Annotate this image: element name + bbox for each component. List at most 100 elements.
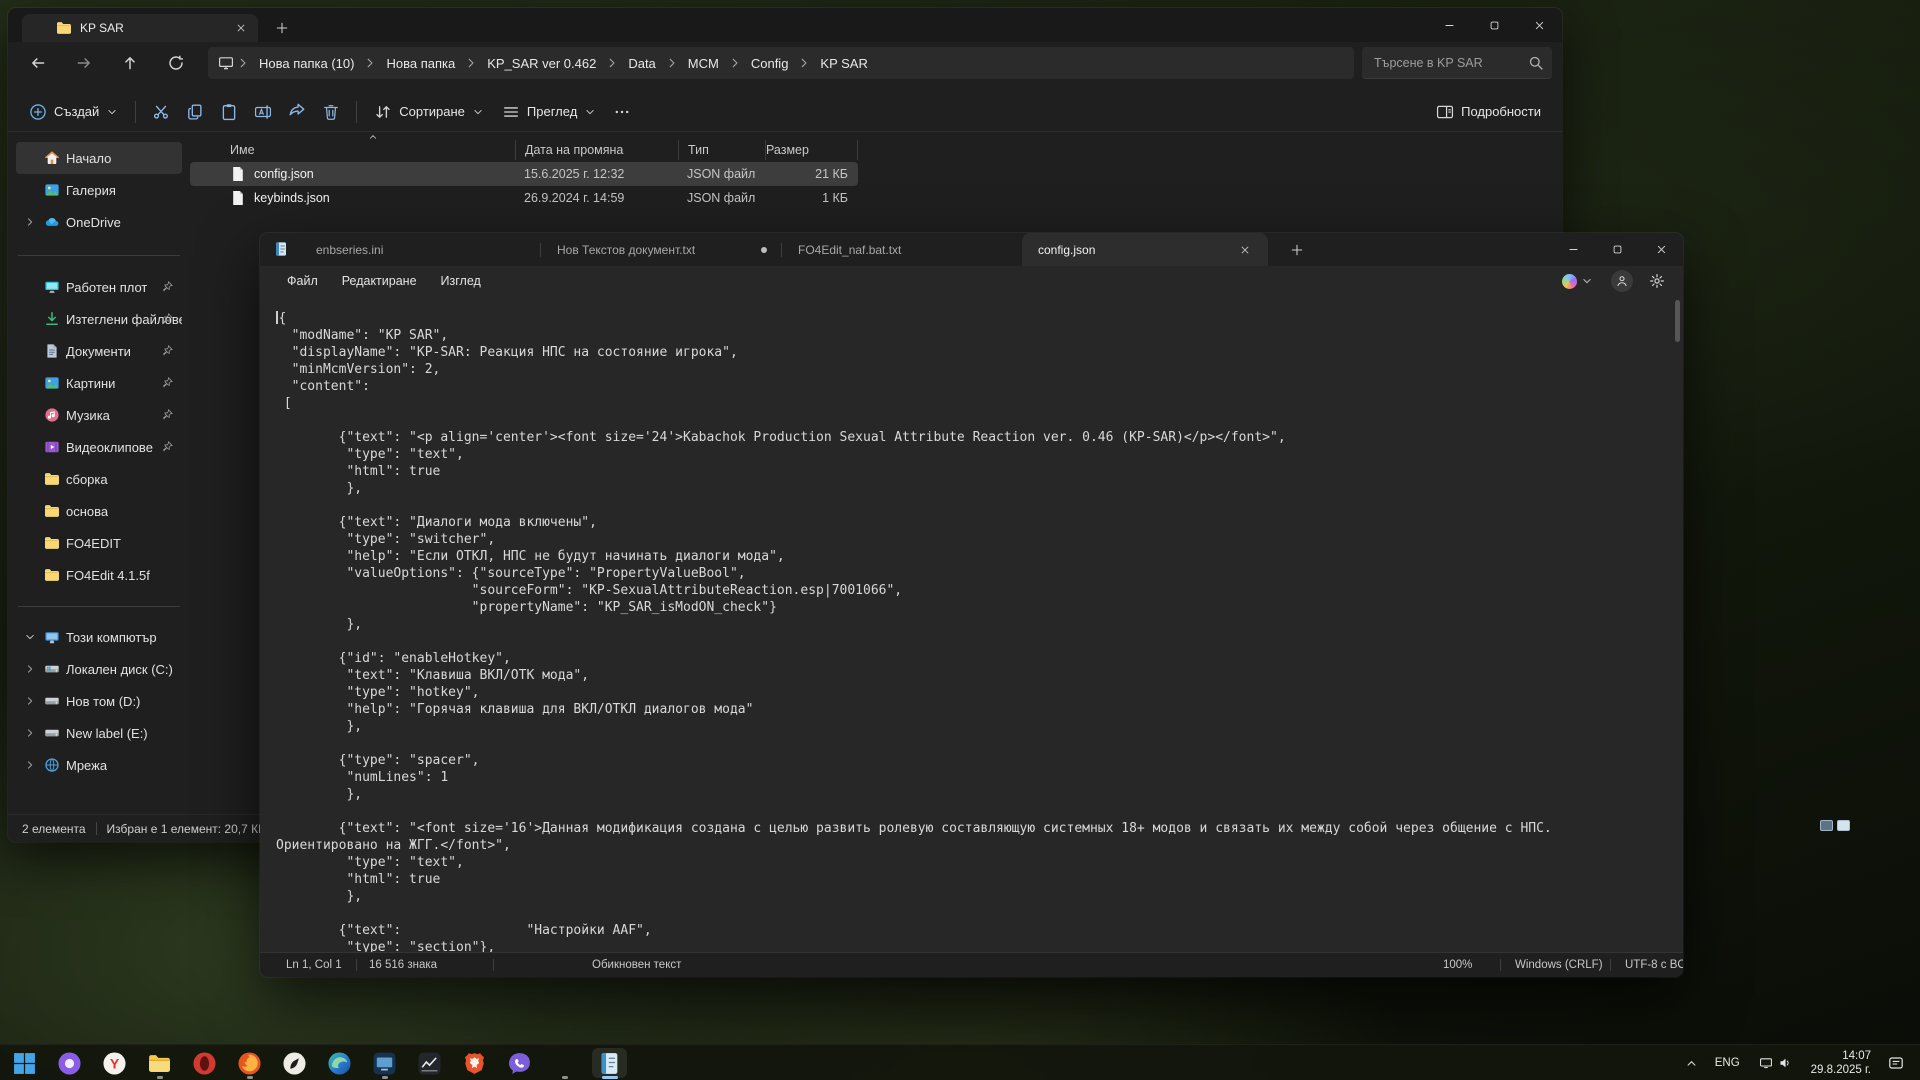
menu-view[interactable]: Изглед [430, 269, 492, 293]
refresh-button[interactable] [158, 47, 194, 79]
maximize-button[interactable] [1595, 233, 1639, 266]
close-button[interactable] [1639, 233, 1683, 266]
copilot-button[interactable] [1556, 270, 1599, 293]
notepad-tab-new-text-document[interactable]: Нов Текстов документ.txt [541, 233, 781, 266]
taskbar-notepad-button[interactable] [587, 1045, 632, 1080]
taskbar-brave-browser-button[interactable] [452, 1045, 497, 1080]
search-input[interactable] [1362, 47, 1552, 78]
notepad-tab-config-json[interactable]: config.json [1022, 233, 1268, 266]
back-button[interactable] [20, 47, 56, 79]
minimize-button[interactable] [1427, 8, 1472, 42]
breadcrumb-item[interactable]: KP SAR [813, 53, 874, 74]
settings-button[interactable] [1645, 269, 1669, 293]
chevron-down-icon [584, 106, 596, 118]
taskbar-blue-screen-app-button[interactable] [362, 1045, 407, 1080]
new-tab-button[interactable] [270, 16, 294, 40]
breadcrumb-item[interactable]: Data [621, 53, 662, 74]
column-header-name[interactable]: Име [190, 140, 515, 160]
column-header-date[interactable]: Дата на промяна [515, 140, 678, 160]
copy-button[interactable] [178, 96, 212, 128]
sidebar-item-local-disk-c[interactable]: Локален диск (C:) [16, 653, 182, 685]
notepad-tab-fo4edit-naf[interactable]: FO4Edit_naf.bat.txt [782, 233, 1022, 266]
breadcrumb[interactable]: Нова папка (10) Нова папка KP_SAR ver 0.46… [208, 47, 1354, 79]
sidebar-item-fo4edit[interactable]: FO4EDIT [16, 527, 182, 559]
view-button[interactable]: Преглед [493, 97, 605, 127]
taskbar-chart-app-button[interactable] [407, 1045, 452, 1080]
cut-button[interactable] [144, 96, 178, 128]
sidebar-item-home[interactable]: Начало [16, 142, 182, 174]
account-button[interactable] [1611, 270, 1633, 292]
maximize-button[interactable] [1472, 8, 1517, 42]
sidebar-item-pictures[interactable]: Картини [16, 367, 182, 399]
share-button[interactable] [280, 96, 314, 128]
breadcrumb-item[interactable]: KP_SAR ver 0.462 [480, 53, 603, 74]
new-button[interactable]: Създай [20, 97, 127, 127]
text-editor[interactable]: { "modName": "KP SAR", "displayName": "K… [260, 296, 1683, 952]
sidebar-item-osnova[interactable]: основа [16, 495, 182, 527]
breadcrumb-item[interactable]: Нова папка [379, 53, 462, 74]
sidebar-item-new-volume-d[interactable]: Нов том (D:) [16, 685, 182, 717]
chevron-right-icon [728, 56, 742, 70]
sidebar-item-documents[interactable]: Документи [16, 335, 182, 367]
taskbar-start-button[interactable] [2, 1045, 47, 1080]
explorer-tab-kp-sar[interactable]: KP SAR [22, 14, 258, 42]
sidebar-item-new-label-e[interactable]: New label (E:) [16, 717, 182, 749]
file-row-keybinds-json[interactable]: keybinds.json26.9.2024 г. 14:59JSON файл… [190, 186, 858, 210]
taskbar-orange-browser-button[interactable] [227, 1045, 272, 1080]
paste-button[interactable] [212, 96, 246, 128]
column-header-type[interactable]: Тип [678, 140, 765, 160]
mini-panel-icon[interactable] [1820, 820, 1833, 831]
taskbar-red-circle-app-button[interactable] [182, 1045, 227, 1080]
sort-button[interactable]: Сортиране [365, 97, 493, 127]
sidebar-item-this-pc[interactable]: Този компютър [16, 621, 182, 653]
taskbar-white-circle-app-button[interactable] [272, 1045, 317, 1080]
notepad-tab-enbseries[interactable]: enbseries.ini [300, 233, 540, 266]
taskbar-file-explorer-button[interactable] [137, 1045, 182, 1080]
column-header-size[interactable]: Размер [765, 140, 858, 160]
sidebar-item-network[interactable]: Мрежа [16, 749, 182, 781]
language-indicator[interactable]: ENG [1715, 1057, 1740, 1069]
copilot-icon [1562, 274, 1577, 289]
zoom-level[interactable]: 100% [1443, 959, 1472, 971]
taskbar-purple-app-button[interactable] [47, 1045, 92, 1080]
taskbar-navy-app-button[interactable] [542, 1045, 587, 1080]
sidebar-item-label: Нов том (D:) [66, 694, 140, 709]
notification-center-button[interactable] [1884, 1051, 1908, 1075]
delete-button[interactable] [314, 96, 348, 128]
rename-button[interactable] [246, 96, 280, 128]
system-tray-group[interactable] [1753, 1051, 1798, 1075]
sidebar-item-fo4edit-415f[interactable]: FO4Edit 4.1.5f [16, 559, 182, 591]
taskbar-yandex-browser-button[interactable]: Y [92, 1045, 137, 1080]
close-tab-button[interactable] [232, 19, 250, 37]
close-tab-button[interactable] [1236, 241, 1254, 259]
up-button[interactable] [112, 47, 148, 79]
menu-file[interactable]: Файл [276, 269, 329, 293]
taskbar-edge-browser-button[interactable] [317, 1045, 362, 1080]
sidebar-item-videos[interactable]: Видеоклипове [16, 431, 182, 463]
sidebar-item-gallery[interactable]: Галерия [16, 174, 182, 206]
hidden-icons-button[interactable] [1681, 1053, 1702, 1074]
taskbar-viber-button[interactable] [497, 1045, 542, 1080]
sidebar-item-desktop[interactable]: Работен плот [16, 271, 182, 303]
editor-scrollbar[interactable] [1675, 300, 1680, 342]
forward-button[interactable] [66, 47, 102, 79]
more-options-button[interactable] [605, 96, 639, 128]
file-row-config-json[interactable]: config.json15.6.2025 г. 12:32JSON файл21… [190, 162, 858, 186]
sidebar-item-downloads[interactable]: Изтеглени файлове [16, 303, 182, 335]
notepad-menu-right [1556, 269, 1669, 293]
menu-edit[interactable]: Редактиране [331, 269, 428, 293]
clock[interactable]: 14:07 29.8.2025 г. [1811, 1049, 1871, 1077]
breadcrumb-item[interactable]: Config [744, 53, 796, 74]
details-pane-button[interactable]: Подробности [1427, 97, 1550, 127]
mini-window-icon[interactable] [1837, 820, 1850, 831]
new-document-tab-button[interactable] [1286, 239, 1308, 261]
sidebar-item-onedrive[interactable]: OneDrive [16, 206, 182, 238]
breadcrumb-item[interactable]: MCM [681, 53, 726, 74]
breadcrumb-item[interactable]: Нова папка (10) [252, 53, 361, 74]
minimize-button[interactable] [1551, 233, 1595, 266]
sidebar-item-music[interactable]: Музика [16, 399, 182, 431]
sidebar-item-sborka[interactable]: сборка [16, 463, 182, 495]
chevron-up-icon [1685, 1057, 1698, 1070]
close-button[interactable] [1517, 8, 1562, 42]
blue-screen-app-icon [372, 1051, 397, 1076]
